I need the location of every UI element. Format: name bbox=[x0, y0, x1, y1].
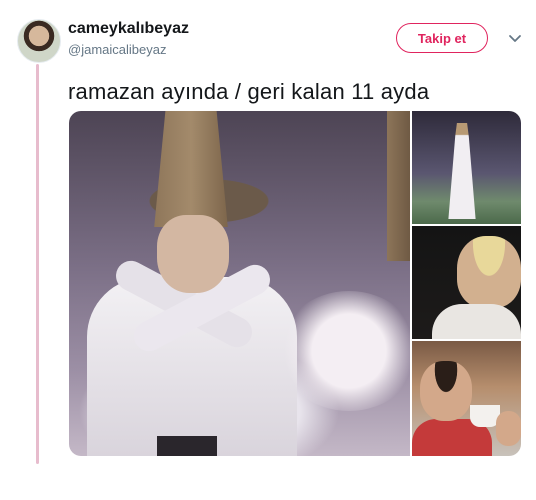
follow-button[interactable]: Takip et bbox=[396, 23, 488, 53]
media-image-main[interactable] bbox=[69, 111, 419, 456]
shirt-shape bbox=[432, 304, 521, 339]
face-shape bbox=[420, 361, 472, 421]
media-grid[interactable] bbox=[69, 111, 521, 456]
face-shape bbox=[457, 236, 521, 308]
hat-shape-edge bbox=[387, 111, 410, 261]
follow-button-label: Takip et bbox=[417, 30, 467, 46]
belt-shape bbox=[157, 436, 217, 456]
thread-line bbox=[36, 64, 39, 464]
user-handle[interactable]: @jamaicalibeyaz bbox=[68, 42, 166, 57]
display-name[interactable]: cameykalıbeyaz bbox=[68, 20, 189, 38]
mist-shape bbox=[279, 291, 419, 411]
face-shape bbox=[157, 215, 229, 293]
chevron-down-icon[interactable] bbox=[507, 30, 523, 46]
media-image-top-right[interactable] bbox=[412, 111, 521, 224]
avatar[interactable] bbox=[17, 19, 61, 63]
media-image-bottom-right[interactable] bbox=[412, 341, 521, 456]
hat-shape bbox=[154, 111, 228, 227]
tweet-text: ramazan ayında / geri kalan 11 ayda bbox=[68, 79, 430, 104]
media-image-middle-right[interactable] bbox=[412, 226, 521, 339]
figure-shape bbox=[448, 123, 476, 219]
hand-shape bbox=[496, 411, 521, 446]
